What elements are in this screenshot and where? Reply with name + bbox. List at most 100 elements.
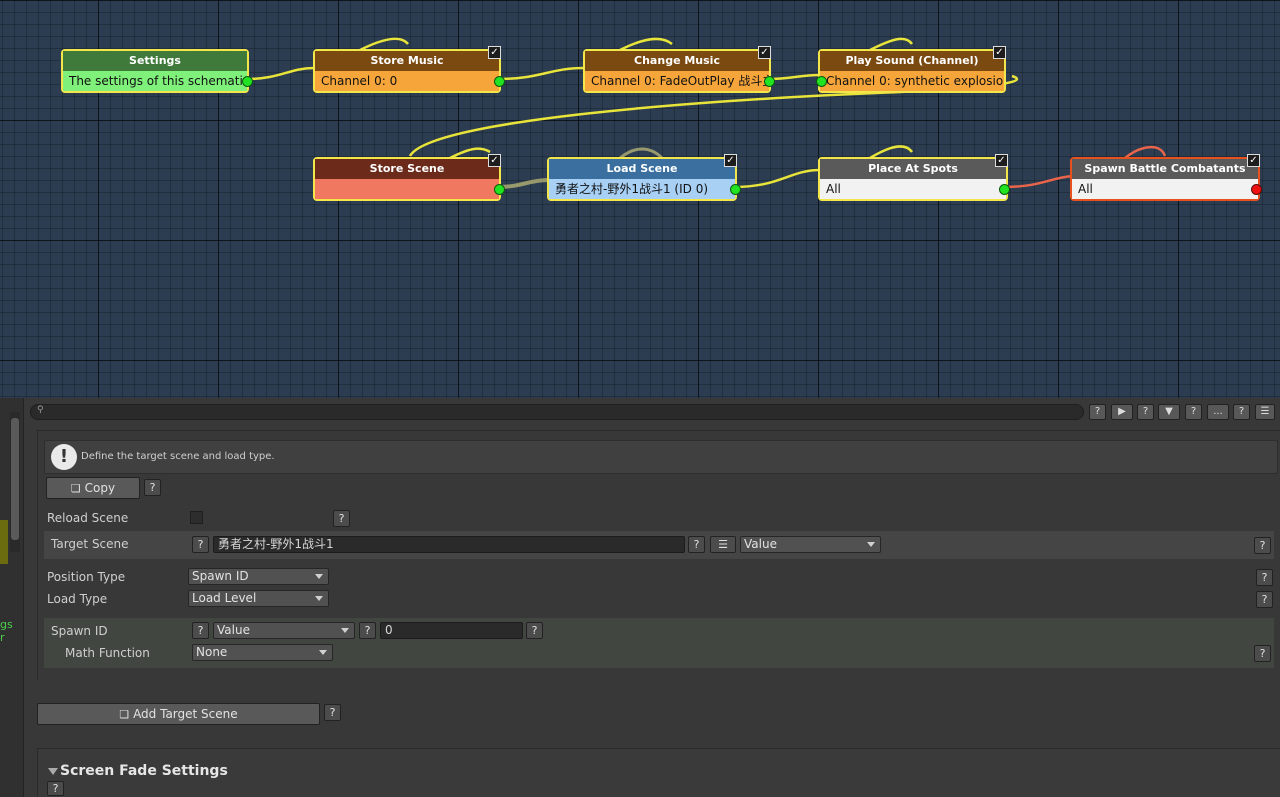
add-target-scene-label: Add Target Scene [133, 707, 238, 721]
help-button[interactable]: ? [1233, 404, 1250, 420]
target-scene-field[interactable]: 勇者之村-野外1战斗1 [213, 536, 685, 553]
node-enabled-checkbox[interactable]: ✓ [1247, 154, 1260, 167]
help-button[interactable]: ? [192, 622, 209, 639]
olive-marker [0, 520, 8, 564]
add-target-scene-button[interactable]: ❏ Add Target Scene [37, 703, 320, 725]
help-button[interactable]: ? [688, 536, 705, 553]
node-body: 勇者之村-野外1战斗1 (ID 0) [549, 179, 735, 199]
wire-place-spawn [1003, 174, 1073, 189]
screen-fade-settings-title: Screen Fade Settings [60, 763, 228, 779]
help-button[interactable]: ? [333, 510, 350, 527]
node-store-scene[interactable]: Store Scene ✓ [313, 154, 505, 201]
wire-store-scene-load-scene [498, 178, 549, 189]
node-title: Load Scene [549, 159, 735, 179]
load-type-dropdown[interactable]: Load Level [188, 590, 329, 607]
info-text: Define the target scene and load type. [81, 451, 275, 462]
load-type-label: Load Type [47, 592, 108, 606]
play-button[interactable]: ▶ [1111, 404, 1133, 420]
node-enabled-checkbox[interactable]: ✓ [758, 46, 771, 59]
output-port[interactable] [494, 184, 505, 195]
node-enabled-checkbox[interactable]: ✓ [488, 46, 501, 59]
output-port[interactable] [999, 184, 1010, 195]
position-type-dropdown[interactable]: Spawn ID [188, 568, 329, 585]
node-body: Channel 0: FadeOutPlay 战斗主 [585, 71, 769, 91]
output-port[interactable] [1251, 184, 1262, 195]
info-box: ! Define the target scene and load type. [44, 440, 1278, 474]
output-port[interactable] [764, 76, 775, 87]
reload-scene-label: Reload Scene [47, 511, 129, 525]
help-button[interactable]: ? [47, 781, 64, 796]
wire-load-scene-place [733, 168, 821, 189]
list-button[interactable]: ☰ [710, 536, 736, 553]
help-button[interactable]: ? [526, 622, 543, 639]
help-button[interactable]: ? [144, 479, 161, 496]
reload-scene-checkbox[interactable] [190, 511, 203, 524]
add-icon: ❏ [119, 708, 130, 721]
node-settings[interactable]: Settings The settings of this schematic. [61, 49, 253, 93]
copy-label: Copy [84, 481, 116, 495]
output-port[interactable] [494, 76, 505, 87]
wire-store-music-change-music [498, 66, 585, 81]
help-button[interactable]: ? [1185, 404, 1202, 420]
help-button[interactable]: ? [359, 622, 376, 639]
output-port[interactable] [730, 184, 741, 195]
spawn-id-type-dropdown[interactable]: Value [213, 622, 355, 639]
node-body: The settings of this schematic. [63, 71, 247, 91]
node-spawn-battle-combatants[interactable]: Spawn Battle Combatants All ✓ [1070, 154, 1262, 201]
node-title: Place At Spots [820, 159, 1006, 179]
help-button[interactable]: ? [1089, 404, 1106, 420]
help-button[interactable]: ? [1254, 537, 1271, 554]
collapse-triangle-icon[interactable] [48, 768, 58, 775]
help-button[interactable]: ? [324, 704, 341, 721]
node-body: Channel 0: 0 [315, 71, 499, 91]
node-title: Change Music [585, 51, 769, 71]
output-port[interactable] [242, 76, 253, 87]
help-button[interactable]: ? [1256, 569, 1273, 586]
node-enabled-checkbox[interactable]: ✓ [724, 154, 737, 167]
inspector-panel: gs r ⚲ ? ▶ ? ▼ ? ... ? ☰ ! Define the ta… [0, 398, 1280, 797]
left-strip-text: gs r [0, 618, 13, 644]
warning-icon: ! [51, 444, 77, 470]
node-store-music[interactable]: Store Music Channel 0: 0 ✓ [313, 46, 505, 93]
node-title: Spawn Battle Combatants [1072, 159, 1258, 179]
spawn-id-type-value: Value [217, 623, 250, 637]
dropdown-button[interactable]: ▼ [1158, 404, 1180, 420]
target-scene-type-value: Value [744, 537, 777, 551]
more-button[interactable]: ... [1207, 404, 1229, 420]
node-title: Play Sound (Channel) [820, 51, 1004, 71]
node-body: All [820, 179, 1006, 199]
help-button[interactable]: ? [1256, 591, 1273, 608]
node-change-music[interactable]: Change Music Channel 0: FadeOutPlay 战斗主 … [583, 46, 775, 93]
spawn-id-field[interactable]: 0 [380, 622, 523, 639]
node-load-scene[interactable]: Load Scene 勇者之村-野外1战斗1 (ID 0) ✓ [547, 154, 741, 201]
node-play-sound[interactable]: Play Sound (Channel) Channel 0: syntheti… [816, 46, 1006, 93]
node-title: Settings [63, 51, 247, 71]
target-scene-label: Target Scene [51, 537, 129, 551]
spawn-id-label: Spawn ID [51, 624, 108, 638]
screen-fade-settings-section[interactable]: Screen Fade Settings [37, 748, 1280, 797]
node-place-at-spots[interactable]: Place At Spots All ✓ [818, 154, 1010, 201]
load-type-value: Load Level [192, 591, 257, 605]
wire-change-music-play-sound [768, 73, 821, 81]
node-enabled-checkbox[interactable]: ✓ [995, 154, 1008, 167]
search-input[interactable]: ⚲ [30, 404, 1084, 420]
list-button[interactable]: ☰ [1255, 404, 1275, 420]
help-button[interactable]: ? [1254, 645, 1271, 662]
left-strip: gs r [0, 398, 24, 797]
help-button[interactable]: ? [1137, 404, 1154, 420]
scrollbar-thumb[interactable] [11, 418, 19, 540]
node-enabled-checkbox[interactable]: ✓ [488, 154, 501, 167]
copy-icon: ❏ [70, 482, 81, 495]
input-port[interactable] [816, 76, 827, 87]
node-title: Store Scene [315, 159, 499, 179]
wire-settings-store-music [246, 66, 315, 81]
target-scene-type-dropdown[interactable]: Value [740, 536, 881, 553]
math-function-label: Math Function [65, 646, 150, 660]
math-function-dropdown[interactable]: None [192, 644, 333, 661]
position-type-label: Position Type [47, 570, 126, 584]
help-button[interactable]: ? [192, 536, 209, 553]
copy-button[interactable]: ❏ Copy [46, 477, 140, 499]
node-body: All [1072, 179, 1258, 199]
node-enabled-checkbox[interactable]: ✓ [993, 46, 1006, 59]
schematic-graph[interactable]: Settings The settings of this schematic.… [0, 0, 1280, 398]
